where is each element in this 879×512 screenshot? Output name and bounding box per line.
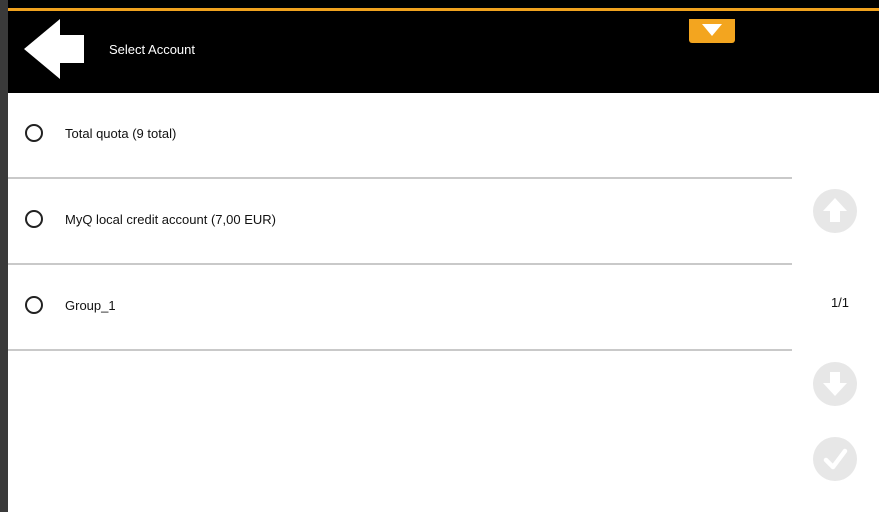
back-button[interactable]: [24, 17, 98, 81]
radio-button[interactable]: [25, 124, 43, 142]
account-option-local-credit[interactable]: MyQ local credit account (7,00 EUR): [8, 179, 792, 265]
account-label: MyQ local credit account (7,00 EUR): [65, 212, 276, 227]
arrow-down-icon: [823, 372, 847, 396]
account-option-group-1[interactable]: Group_1: [8, 265, 792, 351]
account-option-total-quota[interactable]: Total quota (9 total): [8, 93, 792, 179]
page-title: Select Account: [109, 42, 195, 57]
chevron-down-icon: [702, 24, 722, 36]
scroll-down-button[interactable]: [813, 362, 857, 406]
arrow-up-icon: [823, 198, 847, 222]
account-label: Group_1: [65, 298, 116, 313]
scroll-up-button[interactable]: [813, 189, 857, 233]
back-arrow-icon: [24, 19, 84, 79]
confirm-button[interactable]: [813, 437, 857, 481]
screen: Select Account Total quota (9 total) MyQ…: [0, 0, 879, 512]
account-label: Total quota (9 total): [65, 126, 177, 141]
dropdown-toggle-button[interactable]: [689, 19, 735, 43]
account-list: Total quota (9 total) MyQ local credit a…: [8, 93, 792, 351]
header-bar: Select Account: [8, 11, 879, 93]
top-accent-line: [8, 8, 879, 11]
checkmark-icon: [823, 448, 848, 470]
left-edge: [0, 0, 8, 512]
page-indicator: 1/1: [830, 295, 850, 310]
radio-button[interactable]: [25, 210, 43, 228]
radio-button[interactable]: [25, 296, 43, 314]
